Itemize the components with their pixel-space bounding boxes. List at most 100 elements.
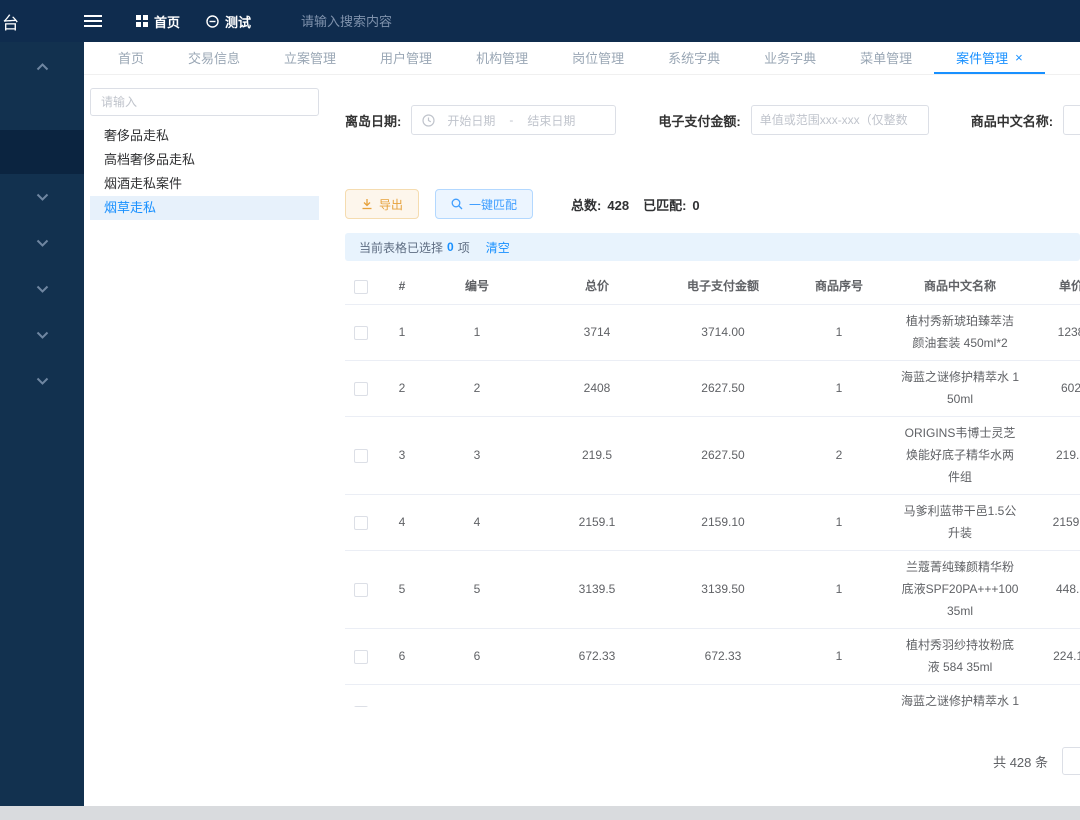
tab-系统字典[interactable]: 系统字典 bbox=[646, 42, 742, 74]
table-row: 66672.33672.331植村秀羽纱持妆粉底液 584 35ml224.11 bbox=[345, 629, 1080, 685]
sidebar-item[interactable] bbox=[0, 174, 84, 220]
tree-item-烟草走私[interactable]: 烟草走私 bbox=[90, 196, 319, 220]
table-cell: 2 bbox=[427, 372, 527, 406]
table-cell: 1 bbox=[779, 316, 899, 350]
clock-icon bbox=[422, 114, 447, 127]
tree-item-奢侈品走私[interactable]: 奢侈品走私 bbox=[90, 124, 319, 148]
matched-value: 0 bbox=[692, 198, 699, 213]
table-row: 33219.52627.502ORIGINS韦博士灵芝焕能好底子精华水两件组21… bbox=[345, 417, 1080, 495]
left-sidebar bbox=[0, 42, 84, 806]
tab-label: 业务字典 bbox=[764, 48, 816, 67]
tab-岗位管理[interactable]: 岗位管理 bbox=[550, 42, 646, 74]
table-cell: 1 bbox=[779, 573, 899, 607]
tab-用户管理[interactable]: 用户管理 bbox=[358, 42, 454, 74]
column-header: 总价 bbox=[527, 270, 667, 304]
tab-菜单管理[interactable]: 菜单管理 bbox=[838, 42, 934, 74]
date-range-picker[interactable]: 开始日期 - 结束日期 bbox=[411, 105, 616, 135]
column-header: 单价 bbox=[1021, 270, 1080, 304]
tab-bar: 首页 交易信息立案管理 用户管理 机构管理岗位管理 系统字典 业务字典 菜单管理 案件管理× bbox=[84, 42, 1080, 75]
tab-立案管理[interactable]: 立案管理 bbox=[262, 42, 358, 74]
row-checkbox[interactable] bbox=[354, 449, 368, 463]
export-button[interactable]: 导出 bbox=[345, 189, 419, 219]
tab-label: 菜单管理 bbox=[860, 48, 912, 67]
row-checkbox[interactable] bbox=[354, 326, 368, 340]
tab-label: 用户管理 bbox=[380, 48, 432, 67]
table-cell: 2408 bbox=[527, 372, 667, 406]
one-click-match-button[interactable]: 一键匹配 bbox=[435, 189, 533, 219]
sidebar-item[interactable] bbox=[0, 220, 84, 266]
tree-item-高档奢侈品走私[interactable]: 高档奢侈品走私 bbox=[90, 148, 319, 172]
table-cell: 448.5 bbox=[1021, 573, 1080, 607]
table-cell: 602.00 bbox=[667, 696, 779, 707]
category-list: 奢侈品走私高档奢侈品走私烟酒走私案件烟草走私 bbox=[90, 124, 319, 220]
row-checkbox[interactable] bbox=[354, 650, 368, 664]
row-checkbox-cell bbox=[345, 583, 377, 597]
tab-首页[interactable]: 首页 bbox=[96, 42, 166, 74]
search-icon bbox=[451, 198, 469, 210]
column-header: 商品中文名称 bbox=[899, 270, 1021, 304]
table-row: 1137143714.001植村秀新琥珀臻萃洁颜油套装 450ml*21238 bbox=[345, 305, 1080, 361]
table-cell: 3 bbox=[427, 439, 527, 473]
grid-icon bbox=[136, 15, 148, 27]
nav-test[interactable]: 测试 bbox=[206, 12, 251, 31]
tree-item-烟酒走私案件[interactable]: 烟酒走私案件 bbox=[90, 172, 319, 196]
tab-机构管理[interactable]: 机构管理 bbox=[454, 42, 550, 74]
table-cell: 4 bbox=[427, 506, 527, 540]
tab-label: 系统字典 bbox=[668, 48, 720, 67]
category-search-input[interactable] bbox=[90, 88, 319, 116]
tab-案件管理[interactable]: 案件管理× bbox=[934, 42, 1045, 74]
tab-交易信息[interactable]: 交易信息 bbox=[166, 42, 262, 74]
column-header: 编号 bbox=[427, 270, 527, 304]
table-cell: 1 bbox=[427, 316, 527, 350]
table-cell: 1 bbox=[779, 372, 899, 406]
name-filter-input[interactable] bbox=[1063, 105, 1080, 135]
page-size-select[interactable] bbox=[1062, 747, 1080, 775]
row-checkbox-cell bbox=[345, 516, 377, 530]
column-header: 电子支付金额 bbox=[667, 270, 779, 304]
row-checkbox-cell bbox=[345, 326, 377, 340]
table-cell: 1 bbox=[779, 696, 899, 707]
table-cell: 植村秀新琥珀臻萃洁颜油套装 450ml*2 bbox=[899, 305, 1021, 360]
table-cell: 植村秀羽纱持妆粉底液 584 35ml bbox=[899, 629, 1021, 684]
app-window: 台 首页 测试 首页交易信息立案管理用户管理机构管理岗位管理系统字典业务字典菜单… bbox=[0, 0, 1080, 806]
sidebar-item[interactable] bbox=[0, 358, 84, 404]
tab-业务字典[interactable]: 业务字典 bbox=[742, 42, 838, 74]
row-checkbox[interactable] bbox=[354, 583, 368, 597]
global-search-input[interactable] bbox=[301, 14, 471, 29]
date-filter-label: 离岛日期: bbox=[345, 111, 401, 130]
category-panel: 奢侈品走私高档奢侈品走私烟酒走私案件烟草走私 bbox=[84, 75, 327, 806]
tab-label: 首页 bbox=[118, 48, 144, 67]
minus-circle-icon bbox=[206, 15, 219, 28]
sidebar-item[interactable] bbox=[0, 44, 84, 90]
nav-home[interactable]: 首页 bbox=[136, 12, 180, 31]
table-cell: 219.5 bbox=[527, 439, 667, 473]
table-row: 553139.53139.501兰蔻菁纯臻颜精华粉底液SPF20PA+++100… bbox=[345, 551, 1080, 629]
row-checkbox[interactable] bbox=[354, 382, 368, 396]
row-checkbox-cell bbox=[345, 382, 377, 396]
header-checkbox[interactable] bbox=[354, 280, 368, 294]
table-cell: 2627.50 bbox=[667, 439, 779, 473]
table-cell: 2159.1 bbox=[1021, 506, 1080, 540]
selection-bar: 当前表格已选择 0 项 清空 bbox=[345, 233, 1080, 261]
table-cell: 2 bbox=[779, 439, 899, 473]
amount-filter-input[interactable] bbox=[751, 105, 929, 135]
sidebar-item[interactable] bbox=[0, 266, 84, 312]
table-cell: 5 bbox=[377, 573, 427, 607]
hamburger-icon[interactable] bbox=[84, 14, 102, 28]
table-cell: 1 bbox=[779, 506, 899, 540]
sidebar-item[interactable] bbox=[0, 312, 84, 358]
table-cell: 6 bbox=[377, 640, 427, 674]
row-checkbox[interactable] bbox=[354, 516, 368, 530]
sidebar-item-active[interactable] bbox=[0, 130, 84, 174]
row-checkbox[interactable] bbox=[354, 706, 368, 707]
table-cell: 224.11 bbox=[1021, 640, 1080, 674]
amount-filter-label: 电子支付金额: bbox=[658, 111, 740, 130]
table-cell: 海蓝之谜修护精萃水 150ml bbox=[899, 361, 1021, 416]
close-icon[interactable]: × bbox=[1015, 50, 1023, 65]
matched-label: 已匹配: bbox=[643, 198, 686, 213]
chevron-down-icon bbox=[36, 331, 49, 339]
table-cell: 海蓝之谜修护精萃水 150ml bbox=[899, 685, 1021, 707]
top-navbar: 台 首页 测试 bbox=[0, 0, 1080, 42]
download-icon bbox=[361, 198, 379, 210]
clear-selection-link[interactable]: 清空 bbox=[486, 239, 510, 256]
